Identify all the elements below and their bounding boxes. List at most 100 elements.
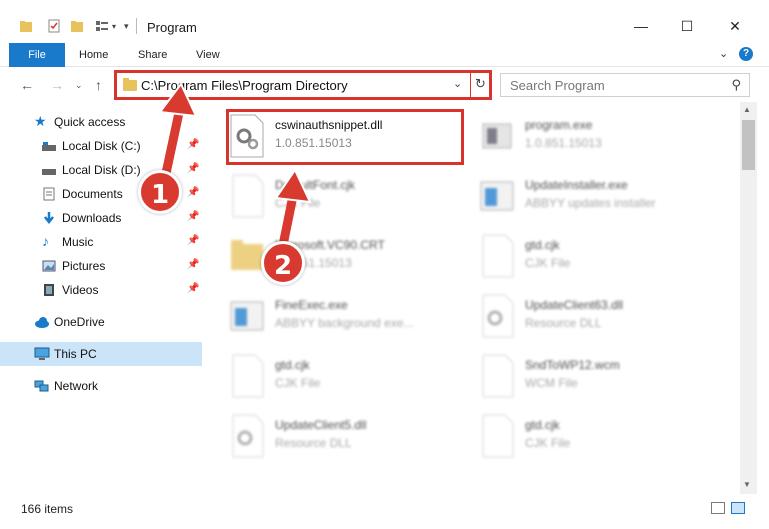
file-item-updateclient5[interactable]: UpdateClient5.dll Resource DLL <box>229 410 469 466</box>
minimize-button[interactable]: — <box>618 12 664 40</box>
sidebar-item-music[interactable]: ♪ Music 📌 <box>0 230 202 254</box>
address-bar[interactable]: C:\Program Files\Program Directory ⌄ ↻ <box>114 70 492 100</box>
maximize-button[interactable]: ☐ <box>664 12 710 40</box>
sidebar-item-local-disk-c[interactable]: Local Disk (C:) 📌 <box>0 134 202 158</box>
close-button[interactable]: ✕ <box>712 12 758 40</box>
music-icon: ♪ <box>42 233 49 249</box>
item-count: 166 items <box>21 502 74 516</box>
sidebar-item-network[interactable]: Network <box>0 374 202 398</box>
exe-icon <box>479 174 515 218</box>
pin-icon[interactable]: 📌 <box>187 163 199 174</box>
pin-icon[interactable]: 📌 <box>187 259 199 270</box>
folder-icon[interactable] <box>19 19 33 33</box>
sidebar-item-label: Network <box>54 379 99 393</box>
computer-icon <box>34 347 50 361</box>
dll-icon <box>229 414 265 458</box>
file-type: CJK File <box>275 196 321 210</box>
tab-home[interactable]: Home <box>79 43 108 67</box>
file-item-sndtowp12[interactable]: SndToWP12.wcm WCM File <box>479 350 719 406</box>
file-item-gtd[interactable]: gtd.cjk CJK File <box>479 230 719 286</box>
star-icon: ★ <box>34 113 47 129</box>
vertical-scrollbar[interactable]: ▲ ▼ <box>740 102 757 494</box>
sidebar-item-this-pc[interactable]: This PC <box>0 342 202 366</box>
large-icons-view-icon[interactable] <box>731 502 745 514</box>
pin-icon[interactable]: 📌 <box>187 211 199 222</box>
file-name: program.exe <box>525 118 593 132</box>
refresh-icon[interactable]: ↻ <box>475 76 486 92</box>
tab-view[interactable]: View <box>196 43 220 67</box>
file-item-gtd[interactable]: gtd.cjk CJK File <box>479 410 719 466</box>
search-box[interactable]: Search Program ⚲ <box>500 73 750 97</box>
folder-icon <box>229 234 265 278</box>
sidebar-item-label: Videos <box>62 283 99 297</box>
step-marker-two: 2 <box>261 241 305 285</box>
close-icon: ✕ <box>729 17 741 34</box>
sidebar-item-pictures[interactable]: Pictures 📌 <box>0 254 202 278</box>
file-description: ABBYY updates installer <box>525 196 656 210</box>
scroll-down-icon[interactable]: ▼ <box>743 480 751 489</box>
file-type: CJK File <box>525 256 571 270</box>
sidebar-item-label: Music <box>62 235 94 249</box>
exe-icon <box>479 114 515 158</box>
file-item-fineexec[interactable]: FineExec.exe ABBYY background exe... <box>229 290 469 346</box>
forward-arrow-icon[interactable]: → <box>50 77 64 93</box>
title-separator <box>136 18 137 34</box>
pin-icon[interactable]: 📌 <box>187 235 199 246</box>
expand-ribbon-icon[interactable]: ⌄ <box>719 47 728 60</box>
file-name: gtd.cjk <box>525 418 560 432</box>
properties-icon[interactable] <box>47 19 61 33</box>
file-icon <box>479 354 515 398</box>
tab-share[interactable]: Share <box>138 43 167 67</box>
sidebar-item-label: Downloads <box>62 211 122 225</box>
file-name: gtd.cjk <box>525 238 560 252</box>
step-marker-one: 1 <box>138 170 182 214</box>
help-icon[interactable]: ? <box>739 47 753 61</box>
sidebar-item-onedrive[interactable]: OneDrive <box>0 310 202 334</box>
file-type: Resource DLL <box>275 436 352 450</box>
navigation-pane: ★ Quick access Local Disk (C:) 📌 Local D… <box>0 102 205 494</box>
pin-icon[interactable]: 📌 <box>187 187 199 198</box>
window-title: Program <box>147 20 197 35</box>
tab-file[interactable]: File <box>9 43 65 67</box>
sidebar-item-label: This PC <box>54 347 97 361</box>
back-arrow-icon[interactable]: ← <box>20 77 34 93</box>
new-folder-icon[interactable] <box>70 19 84 33</box>
file-name: UpdateClient63.dll <box>525 298 624 312</box>
file-item-program-exe[interactable]: program.exe 1.0.851.15013 <box>479 110 719 166</box>
view-options-icon[interactable] <box>95 19 109 33</box>
sidebar-item-quick-access[interactable]: ★ Quick access <box>0 110 202 134</box>
pin-icon[interactable]: 📌 <box>187 283 199 294</box>
exe-icon <box>229 294 265 338</box>
sidebar-item-label: OneDrive <box>54 315 105 329</box>
sidebar-item-label: Documents <box>62 187 123 201</box>
file-name: DefaultFont.cjk <box>275 178 356 192</box>
file-item-updateclient63[interactable]: UpdateClient63.dll Resource DLL <box>479 290 719 346</box>
sidebar-item-videos[interactable]: Videos 📌 <box>0 278 202 302</box>
videos-icon <box>42 283 56 297</box>
scroll-up-icon[interactable]: ▲ <box>743 105 751 114</box>
address-path[interactable]: C:\Program Files\Program Directory <box>141 78 348 93</box>
file-icon <box>229 354 265 398</box>
file-name: UpdateInstaller.exe <box>525 178 628 192</box>
file-item-gtd[interactable]: gtd.cjk CJK File <box>229 350 469 406</box>
highlighted-file-frame <box>226 109 464 165</box>
documents-icon <box>42 187 56 201</box>
file-name: gtd.cjk <box>275 358 310 372</box>
sidebar-item-label: Local Disk (D:) <box>62 163 141 177</box>
search-input[interactable]: Search Program <box>510 78 605 93</box>
scroll-thumb[interactable] <box>742 120 755 170</box>
address-divider <box>470 73 471 97</box>
recent-locations-chevron-icon[interactable]: ⌄ <box>75 80 83 91</box>
address-dropdown-chevron-icon[interactable]: ⌄ <box>453 77 462 90</box>
network-icon <box>34 379 49 393</box>
search-icon[interactable]: ⚲ <box>731 77 741 93</box>
up-arrow-icon[interactable]: ↑ <box>95 77 102 93</box>
file-icon <box>479 234 515 278</box>
sidebar-item-label: Local Disk (C:) <box>62 139 141 153</box>
details-view-icon[interactable] <box>711 502 725 514</box>
file-item-updateinstaller[interactable]: UpdateInstaller.exe ABBYY updates instal… <box>479 170 719 226</box>
pin-icon[interactable]: 📌 <box>187 139 199 150</box>
sidebar-item-label: Quick access <box>54 115 126 129</box>
file-item-defaultfont[interactable]: DefaultFont.cjk CJK File <box>229 170 469 226</box>
file-icon <box>229 174 265 218</box>
